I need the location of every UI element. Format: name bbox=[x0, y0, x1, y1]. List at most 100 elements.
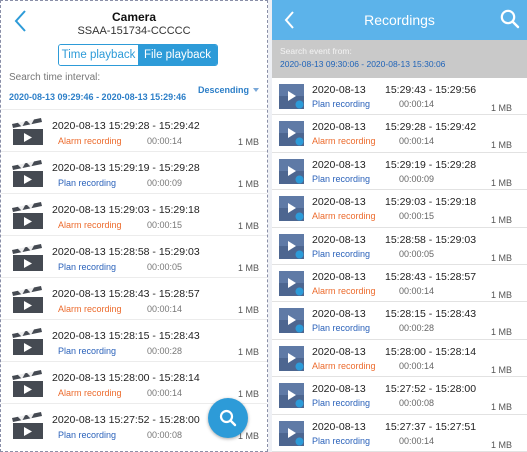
recording-size: 1 MB bbox=[237, 347, 259, 357]
recording-duration: 00:00:09 bbox=[147, 178, 183, 188]
list-item[interactable]: 2020-08-13 15:28:43 - 15:28:57 Alarm reco… bbox=[1, 277, 267, 319]
recording-time-range: 15:29:03 - 15:29:18 bbox=[385, 196, 477, 209]
recording-type: Plan recording bbox=[312, 99, 371, 109]
recording-size: 1 MB bbox=[490, 402, 512, 413]
list-item[interactable]: 2020-08-13 15:29:43 - 15:29:56 Plan record… bbox=[272, 78, 527, 116]
tab-time-playback[interactable]: Time playback bbox=[59, 45, 138, 65]
recording-date: 2020-08-13 bbox=[312, 233, 366, 246]
recording-type: Alarm recording bbox=[58, 136, 122, 146]
video-thumbnail-icon bbox=[279, 420, 304, 446]
list-item[interactable]: 2020-08-13 15:29:03 - 15:29:18 Alarm recor… bbox=[272, 190, 527, 228]
list-item[interactable]: 2020-08-13 15:28:15 - 15:28:43 Plan record… bbox=[272, 302, 527, 340]
recording-type: Plan recording bbox=[312, 323, 371, 334]
sort-label: Descending bbox=[197, 85, 249, 95]
list-item[interactable]: 2020-08-13 15:28:58 - 15:29:03 Plan recor… bbox=[1, 235, 267, 277]
recording-size: 1 MB bbox=[490, 252, 512, 263]
recording-time: 2020-08-13 15:29:19 - 15:29:28 bbox=[52, 162, 200, 174]
recording-duration: 00:00:14 bbox=[147, 388, 183, 398]
search-event-label: Search event from: bbox=[280, 46, 352, 56]
recording-type: Alarm recording bbox=[312, 360, 376, 371]
recording-type: Plan recording bbox=[312, 173, 371, 184]
recording-duration: 00:00:14 bbox=[147, 304, 183, 314]
recording-time: 2020-08-13 15:28:58 - 15:29:03 bbox=[52, 246, 200, 258]
recording-list: 2020-08-13 15:29:43 - 15:29:56 Plan record… bbox=[272, 78, 527, 452]
recording-date: 2020-08-13 bbox=[312, 84, 366, 96]
recording-time: 2020-08-13 15:29:03 - 15:29:18 bbox=[52, 204, 200, 216]
recording-date: 2020-08-13 bbox=[312, 270, 366, 283]
recording-duration: 00:00:08 bbox=[399, 398, 435, 409]
playback-mode-segment: Time playback File playback bbox=[58, 44, 218, 66]
recording-time-range: 15:27:37 - 15:27:51 bbox=[385, 420, 477, 433]
video-thumbnail-icon bbox=[279, 196, 304, 222]
clapperboard-icon bbox=[12, 286, 43, 313]
recording-duration: 00:00:08 bbox=[147, 430, 183, 440]
list-item[interactable]: 2020-08-13 15:29:28 - 15:29:42 Alarm recor… bbox=[272, 115, 527, 153]
list-item[interactable]: 2020-08-13 15:28:00 - 15:28:14 Alarm reco… bbox=[1, 361, 267, 403]
search-event-bar[interactable]: Search event from: 2020-08-13 09:30:06 -… bbox=[272, 40, 527, 78]
list-item[interactable]: 2020-08-13 15:28:58 - 15:29:03 Plan record… bbox=[272, 228, 527, 265]
recording-duration: 00:00:09 bbox=[399, 173, 435, 184]
recording-type: Alarm recording bbox=[312, 211, 376, 222]
recording-time: 2020-08-13 15:29:28 - 15:29:42 bbox=[52, 120, 200, 132]
clapperboard-icon bbox=[12, 160, 43, 187]
recording-time-range: 15:28:58 - 15:29:03 bbox=[385, 233, 477, 246]
recording-time-range: 15:28:15 - 15:28:43 bbox=[385, 308, 477, 321]
recording-duration: 00:00:28 bbox=[147, 346, 183, 356]
recording-duration: 00:00:14 bbox=[399, 136, 435, 147]
video-thumbnail-icon bbox=[279, 121, 304, 147]
list-item[interactable]: 2020-08-13 15:29:19 - 15:29:28 Plan recor… bbox=[1, 151, 267, 193]
video-thumbnail-icon bbox=[279, 383, 304, 409]
recording-duration: 00:00:15 bbox=[147, 220, 183, 230]
recording-duration: 00:00:14 bbox=[399, 435, 435, 446]
recording-date: 2020-08-13 bbox=[312, 158, 366, 171]
list-item[interactable]: 2020-08-13 15:28:43 - 15:28:57 Alarm recor… bbox=[272, 265, 527, 303]
recording-type: Plan recording bbox=[58, 346, 117, 356]
search-interval-label: Search time interval: bbox=[9, 72, 101, 83]
list-item[interactable]: 2020-08-13 15:27:52 - 15:28:00 Plan record… bbox=[272, 377, 527, 415]
recording-time: 2020-08-13 15:28:15 - 15:28:43 bbox=[52, 330, 200, 342]
recording-duration: 00:00:05 bbox=[399, 248, 435, 259]
video-thumbnail-icon bbox=[279, 345, 304, 371]
recording-size: 1 MB bbox=[490, 327, 512, 338]
file-playback-screen: Camera SSAA-151734-CCCCC Time playback F… bbox=[0, 0, 268, 452]
recordings-screen: Recordings Search event from: 2020-08-13… bbox=[272, 0, 527, 452]
recording-type: Alarm recording bbox=[58, 220, 122, 230]
search-event-value: 2020-08-13 09:30:06 - 2020-08-13 15:30:0… bbox=[280, 59, 446, 69]
recording-size: 1 MB bbox=[237, 263, 259, 273]
recording-type: Alarm recording bbox=[58, 388, 122, 398]
recording-type: Alarm recording bbox=[312, 136, 376, 147]
header: Camera SSAA-151734-CCCCC bbox=[1, 1, 267, 41]
recording-type: Alarm recording bbox=[312, 285, 376, 296]
search-icon[interactable] bbox=[499, 8, 521, 30]
clapperboard-icon bbox=[12, 202, 43, 229]
recording-time-range: 15:29:19 - 15:29:28 bbox=[385, 158, 477, 171]
video-thumbnail-icon bbox=[279, 233, 304, 259]
recording-duration: 00:00:05 bbox=[147, 262, 183, 272]
search-fab-button[interactable] bbox=[208, 398, 248, 438]
recording-type: Plan recording bbox=[58, 178, 117, 188]
video-thumbnail-icon bbox=[279, 308, 304, 334]
recording-date: 2020-08-13 bbox=[312, 420, 366, 433]
list-item[interactable]: 2020-08-13 15:28:00 - 15:28:14 Alarm recor… bbox=[272, 340, 527, 378]
recording-time-range: 15:27:52 - 15:28:00 bbox=[385, 383, 477, 396]
search-interval-value[interactable]: 2020-08-13 09:29:46 - 2020-08-13 15:29:4… bbox=[9, 92, 186, 102]
recording-date: 2020-08-13 bbox=[312, 121, 366, 134]
sort-dropdown[interactable]: Descending bbox=[198, 85, 259, 95]
list-item[interactable]: 2020-08-13 15:29:19 - 15:29:28 Plan record… bbox=[272, 153, 527, 191]
clapperboard-icon bbox=[12, 244, 43, 271]
list-item[interactable]: 2020-08-13 15:28:15 - 15:28:43 Plan recor… bbox=[1, 319, 267, 361]
recording-time: 2020-08-13 15:27:52 - 15:28:00 bbox=[52, 414, 200, 426]
video-thumbnail-icon bbox=[279, 270, 304, 296]
list-item[interactable]: 2020-08-13 15:29:28 - 15:29:42 Alarm reco… bbox=[1, 109, 267, 151]
list-item[interactable]: 2020-08-13 15:27:37 - 15:27:51 Plan record… bbox=[272, 415, 527, 452]
recording-time: 2020-08-13 15:28:43 - 15:28:57 bbox=[52, 288, 200, 300]
recording-size: 1 MB bbox=[237, 221, 259, 231]
recording-size: 1 MB bbox=[237, 137, 259, 147]
recording-type: Alarm recording bbox=[58, 304, 122, 314]
list-item[interactable]: 2020-08-13 15:29:03 - 15:29:18 Alarm reco… bbox=[1, 193, 267, 235]
recording-time-range: 15:28:00 - 15:28:14 bbox=[385, 345, 477, 358]
recording-type: Plan recording bbox=[312, 435, 371, 446]
tab-file-playback[interactable]: File playback bbox=[138, 45, 217, 65]
search-icon bbox=[219, 409, 237, 427]
recording-size: 1 MB bbox=[490, 103, 512, 113]
